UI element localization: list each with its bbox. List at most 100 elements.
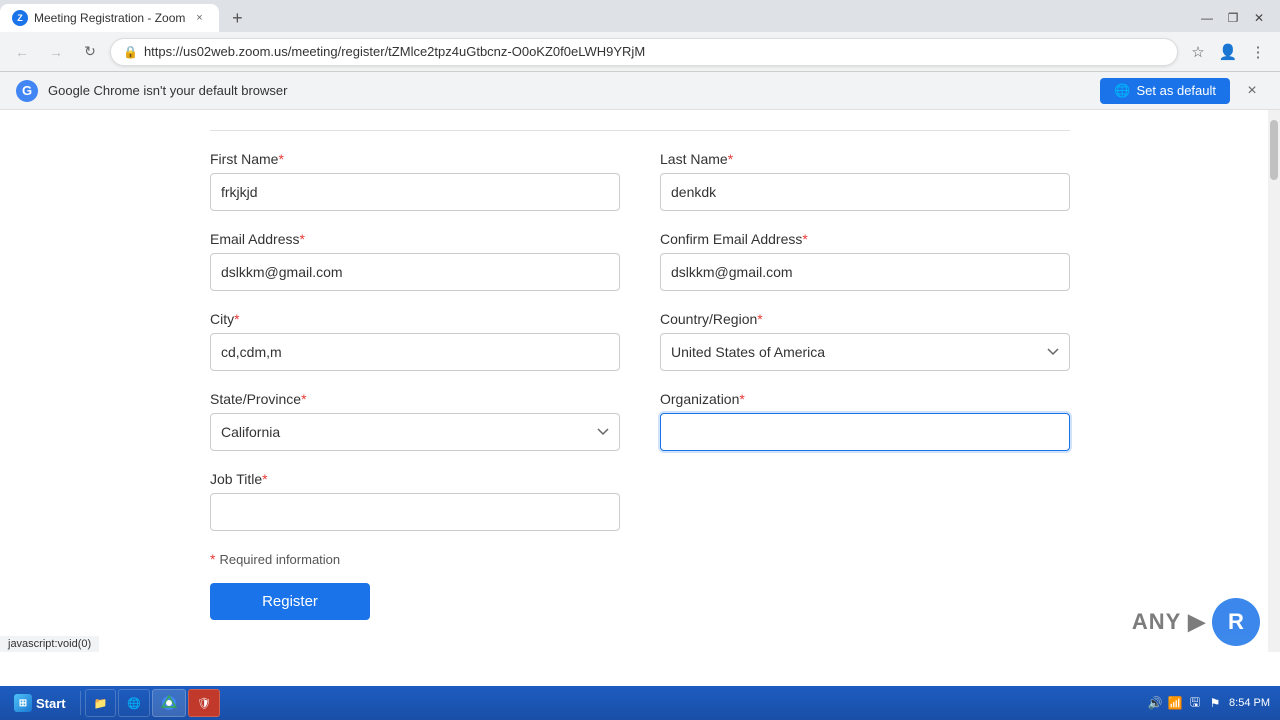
tab-favicon: Z — [12, 10, 28, 26]
state-group: State/Province* California — [210, 391, 620, 451]
tab-title: Meeting Registration - Zoom — [34, 11, 185, 25]
start-label: Start — [36, 696, 66, 711]
page-scroll[interactable]: First Name* Last Name* — [0, 110, 1280, 686]
taskbar-item-chrome[interactable] — [152, 689, 186, 717]
first-name-input[interactable] — [210, 173, 620, 211]
city-group: City* — [210, 311, 620, 371]
watermark-text: ANY ▶ — [1132, 609, 1206, 635]
bookmark-icon[interactable]: ☆ — [1184, 38, 1212, 66]
status-bar: javascript:void(0) — [0, 636, 99, 652]
forward-button[interactable]: → — [42, 38, 70, 66]
toolbar-icons: ☆ 👤 ⋮ — [1184, 38, 1272, 66]
address-bar-row: ← → ↻ 🔒 https://us02web.zoom.us/meeting/… — [0, 32, 1280, 72]
minimize-button[interactable]: — — [1194, 8, 1220, 28]
confirm-email-group: Confirm Email Address* — [660, 231, 1070, 291]
country-select[interactable]: United States of America — [660, 333, 1070, 371]
back-button[interactable]: ← — [8, 38, 36, 66]
watermark-logo: R — [1212, 598, 1260, 646]
browser-tab[interactable]: Z Meeting Registration - Zoom × — [0, 4, 219, 32]
job-title-group: Job Title* — [210, 471, 620, 531]
taskbar-item-ie[interactable]: 🌐 — [118, 689, 150, 717]
taskbar-item-folder[interactable]: 📁 — [85, 689, 117, 717]
set-default-button[interactable]: 🌐 Set as default — [1100, 78, 1230, 104]
tray-network-icon: 🔊 — [1147, 695, 1163, 711]
job-title-label: Job Title* — [210, 471, 620, 487]
menu-icon[interactable]: ⋮ — [1244, 38, 1272, 66]
confirm-email-label: Confirm Email Address* — [660, 231, 1070, 247]
state-label: State/Province* — [210, 391, 620, 407]
watermark-logo-letter: R — [1228, 609, 1244, 635]
first-name-required-star: * — [278, 151, 283, 167]
window-controls: — ❐ ✕ — [1194, 4, 1280, 32]
state-select[interactable]: California — [210, 413, 620, 451]
job-title-input[interactable] — [210, 493, 620, 531]
close-button[interactable]: ✕ — [1246, 8, 1272, 28]
form-divider — [210, 130, 1070, 131]
country-label: Country/Region* — [660, 311, 1070, 327]
notification-bar: G Google Chrome isn't your default brows… — [0, 72, 1280, 110]
tab-close-btn[interactable]: × — [191, 10, 207, 26]
page-content: First Name* Last Name* — [0, 110, 1280, 686]
new-tab-button[interactable]: + — [223, 4, 251, 32]
start-button[interactable]: ⊞ Start — [4, 692, 76, 714]
notification-text: Google Chrome isn't your default browser — [48, 83, 1090, 98]
email-label: Email Address* — [210, 231, 620, 247]
city-input[interactable] — [210, 333, 620, 371]
notification-close-button[interactable]: × — [1240, 79, 1264, 103]
first-name-group: First Name* — [210, 151, 620, 211]
profile-icon[interactable]: 👤 — [1214, 38, 1242, 66]
org-input[interactable] — [660, 413, 1070, 451]
confirm-email-input[interactable] — [660, 253, 1070, 291]
required-note: * Required information — [210, 551, 1070, 567]
city-label: City* — [210, 311, 620, 327]
job-title-row: Job Title* — [210, 471, 1070, 531]
taskbar-items: 📁 🌐 🛡 — [85, 689, 1145, 717]
email-row: Email Address* Confirm Email Address* — [210, 231, 1070, 291]
email-input[interactable] — [210, 253, 620, 291]
address-bar[interactable]: 🔒 https://us02web.zoom.us/meeting/regist… — [110, 38, 1178, 66]
job-title-spacer — [660, 471, 1070, 531]
country-group: Country/Region* United States of America — [660, 311, 1070, 371]
country-required-star: * — [757, 311, 762, 327]
first-name-label: First Name* — [210, 151, 620, 167]
tray-icons: 🔊 📶 🖫 ⚑ — [1147, 695, 1223, 711]
register-button[interactable]: Register — [210, 583, 370, 620]
taskbar-separator — [80, 691, 81, 715]
start-icon: ⊞ — [14, 694, 32, 712]
tray-security-icon: ⚑ — [1207, 695, 1223, 711]
org-label: Organization* — [660, 391, 1070, 407]
tray-battery-icon: 🖫 — [1187, 695, 1203, 711]
security-lock-icon: 🔒 — [123, 45, 138, 59]
register-btn-container: Register — [210, 583, 1070, 620]
tray-volume-icon: 📶 — [1167, 695, 1183, 711]
taskbar-right: 🔊 📶 🖫 ⚑ 8:54 PM — [1147, 695, 1276, 711]
taskbar-item-security[interactable]: 🛡 — [188, 689, 220, 717]
refresh-button[interactable]: ↻ — [76, 38, 104, 66]
last-name-group: Last Name* — [660, 151, 1070, 211]
job-title-required-star: * — [262, 471, 267, 487]
chrome-logo: G — [16, 80, 38, 102]
email-required-star: * — [299, 231, 304, 247]
required-note-star: * — [210, 551, 215, 567]
org-required-star: * — [739, 391, 744, 407]
state-org-row: State/Province* California Organization* — [210, 391, 1070, 451]
last-name-label: Last Name* — [660, 151, 1070, 167]
name-row: First Name* Last Name* — [210, 151, 1070, 211]
form-container: First Name* Last Name* — [170, 110, 1110, 640]
url-text: https://us02web.zoom.us/meeting/register… — [144, 44, 1165, 59]
clock-time: 8:54 PM — [1229, 697, 1270, 709]
page-scrollbar[interactable] — [1268, 110, 1280, 652]
maximize-button[interactable]: ❐ — [1220, 8, 1246, 28]
set-default-globe-icon: 🌐 — [1114, 83, 1130, 99]
city-country-row: City* Country/Region* United States of A… — [210, 311, 1070, 371]
anyrun-watermark: ANY ▶ R — [1132, 598, 1260, 646]
confirm-email-required-star: * — [802, 231, 807, 247]
last-name-required-star: * — [728, 151, 733, 167]
email-group: Email Address* — [210, 231, 620, 291]
city-required-star: * — [234, 311, 239, 327]
last-name-input[interactable] — [660, 173, 1070, 211]
taskbar: ⊞ Start 📁 🌐 🛡 🔊 📶 🖫 ⚑ 8:54 PM — [0, 686, 1280, 720]
org-group: Organization* — [660, 391, 1070, 451]
scrollbar-thumb — [1270, 120, 1278, 180]
clock: 8:54 PM — [1229, 697, 1270, 709]
